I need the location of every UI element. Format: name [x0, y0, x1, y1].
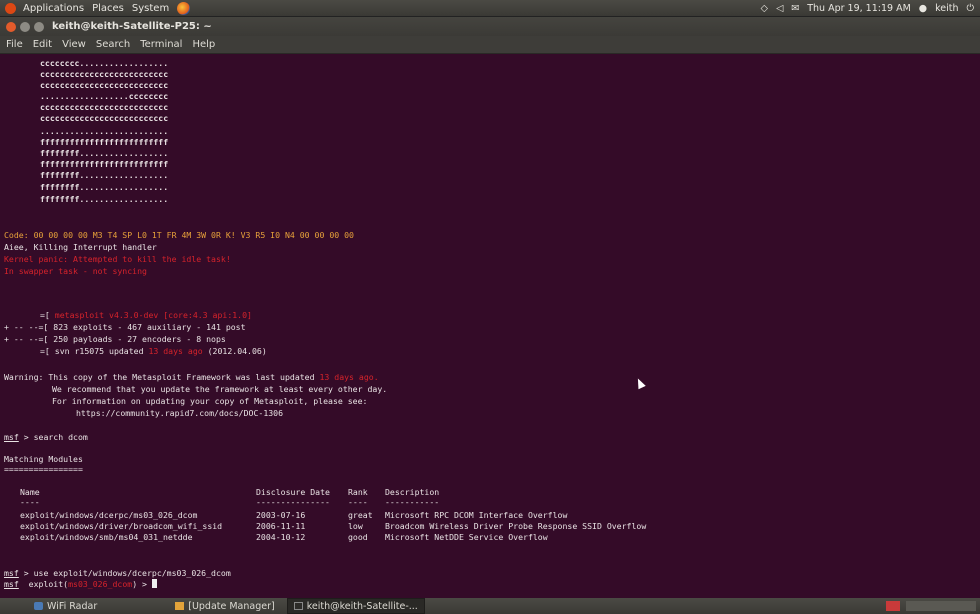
system-menu[interactable]: System: [128, 3, 173, 14]
trash-icon[interactable]: [886, 601, 900, 611]
update-manager-icon: [175, 602, 185, 610]
applications-menu[interactable]: Applications: [19, 3, 88, 14]
col-header-name: Name: [20, 487, 40, 497]
clock[interactable]: Thu Apr 19, 11:19 AM: [807, 3, 911, 14]
mail-icon[interactable]: ✉: [791, 3, 799, 14]
search-command: msf > search dcom: [4, 432, 88, 442]
col-dash-desc: -----------: [385, 497, 440, 507]
menu-terminal[interactable]: Terminal: [134, 39, 186, 50]
ascii-art-line: ffffffff..................: [40, 148, 169, 158]
table-row-name: exploit/windows/dcerpc/ms03_026_dcom: [20, 510, 198, 520]
banner-version: =[ metasploit v4.3.0-dev [core:4.3 api:1…: [40, 310, 252, 320]
ascii-art-line: ffffffff..................: [40, 194, 169, 204]
ascii-art-line: ffffffff..................: [40, 182, 169, 192]
ascii-art-line: ffffffff..................: [40, 170, 169, 180]
menu-search[interactable]: Search: [90, 39, 134, 50]
places-menu[interactable]: Places: [88, 3, 128, 14]
user-name[interactable]: keith: [935, 3, 958, 14]
volume-icon[interactable]: ◁: [776, 3, 783, 14]
table-row-name: exploit/windows/smb/ms04_031_netdde: [20, 532, 193, 542]
minimize-button[interactable]: [20, 21, 30, 32]
user-icon: ●: [918, 2, 928, 14]
workspace-switcher[interactable]: [906, 601, 976, 611]
aiee-line: Aiee, Killing Interrupt handler: [4, 242, 157, 252]
matching-underline: ================: [4, 464, 83, 474]
text-cursor: [151, 579, 157, 588]
terminal-output[interactable]: cccccccc.................. ccccccccccccc…: [0, 54, 980, 598]
task-update-manager[interactable]: [Update Manager]: [169, 599, 280, 613]
ubuntu-logo-icon: [5, 2, 16, 14]
menu-edit[interactable]: Edit: [27, 39, 56, 50]
power-icon[interactable]: ⏻: [966, 3, 974, 14]
table-row-date: 2003-07-16: [256, 510, 306, 520]
top-panel: Applications Places System ◇ ◁ ✉ Thu Apr…: [0, 0, 980, 17]
code-line: Code: 00 00 00 00 M3 T4 SP L0 1T FR 4M 3…: [4, 230, 354, 240]
current-prompt[interactable]: msf exploit(ms03_026_dcom) >: [4, 579, 157, 589]
col-dash-name: ----: [20, 497, 40, 507]
ascii-art-line: cccccccccccccccccccccccccc: [40, 69, 169, 79]
col-dash-date: ---------------: [256, 497, 330, 507]
warning-url: https://community.rapid7.com/docs/DOC-13…: [76, 408, 284, 418]
terminal-menubar: File Edit View Search Terminal Help: [0, 36, 980, 54]
table-row-date: 2006-11-11: [256, 521, 306, 531]
window-title: keith@keith-Satellite-P25: ~: [52, 21, 212, 32]
ascii-art-line: cccccccccccccccccccccccccc: [40, 102, 169, 112]
col-header-rank: Rank: [348, 487, 368, 497]
table-row-date: 2004-10-12: [256, 532, 306, 542]
close-button[interactable]: [6, 21, 16, 32]
banner-exploits: + -- --=[ 823 exploits - 467 auxiliary -…: [4, 322, 246, 332]
banner-payloads: + -- --=[ 250 payloads - 27 encoders - 8…: [4, 334, 226, 344]
table-row-name: exploit/windows/driver/broadcom_wifi_ssi…: [20, 521, 223, 531]
col-dash-rank: ----: [348, 497, 368, 507]
kernel-panic-line: Kernel panic: Attempted to kill the idle…: [4, 254, 231, 264]
ascii-art-line: ffffffffffffffffffffffffff: [40, 159, 169, 169]
col-header-desc: Description: [385, 487, 440, 497]
table-row-rank: low: [348, 521, 363, 531]
ascii-art-line: ffffffffffffffffffffffffff: [40, 137, 169, 147]
table-row-desc: Broadcom Wireless Driver Probe Response …: [385, 521, 647, 531]
ascii-art-line: ..................cccccccc: [40, 91, 169, 101]
table-row-desc: Microsoft RPC DCOM Interface Overflow: [385, 510, 568, 520]
task-wifi-radar[interactable]: WiFi Radar: [28, 599, 103, 613]
matching-title: Matching Modules: [4, 454, 83, 464]
ascii-art-line: ..........................: [40, 126, 169, 136]
col-header-date: Disclosure Date: [256, 487, 330, 497]
swapper-line: In swapper task - not syncing: [4, 266, 147, 276]
warning-info: For information on updating your copy of…: [52, 396, 368, 406]
ascii-art-line: cccccccc..................: [40, 58, 169, 68]
menu-file[interactable]: File: [0, 39, 27, 50]
menu-help[interactable]: Help: [186, 39, 219, 50]
terminal-icon: [293, 602, 303, 610]
table-row-rank: good: [348, 532, 368, 542]
bottom-taskbar: WiFi Radar [Update Manager] keith@keith-…: [0, 598, 980, 614]
ascii-art-line: cccccccccccccccccccccccccc: [40, 80, 169, 90]
banner-svn: =[ svn r15075 updated 13 days ago (2012.…: [40, 346, 267, 356]
firefox-icon[interactable]: [177, 1, 191, 15]
maximize-button[interactable]: [34, 21, 44, 32]
warning-recommend: We recommend that you update the framewo…: [52, 384, 388, 394]
use-command: msf > use exploit/windows/dcerpc/ms03_02…: [4, 568, 231, 578]
table-row-desc: Microsoft NetDDE Service Overflow: [385, 532, 548, 542]
wifi-radar-icon: [34, 602, 43, 610]
network-icon[interactable]: ◇: [761, 3, 768, 14]
system-tray: ◇ ◁ ✉ Thu Apr 19, 11:19 AM ● keith ⏻: [761, 3, 980, 14]
menu-view[interactable]: View: [56, 39, 90, 50]
ascii-art-line: cccccccccccccccccccccccccc: [40, 113, 169, 123]
task-terminal[interactable]: keith@keith-Satellite-...: [286, 598, 425, 614]
warning-line: Warning: This copy of the Metasploit Fra…: [4, 372, 379, 382]
table-row-rank: great: [348, 510, 373, 520]
window-titlebar[interactable]: keith@keith-Satellite-P25: ~: [0, 17, 980, 36]
